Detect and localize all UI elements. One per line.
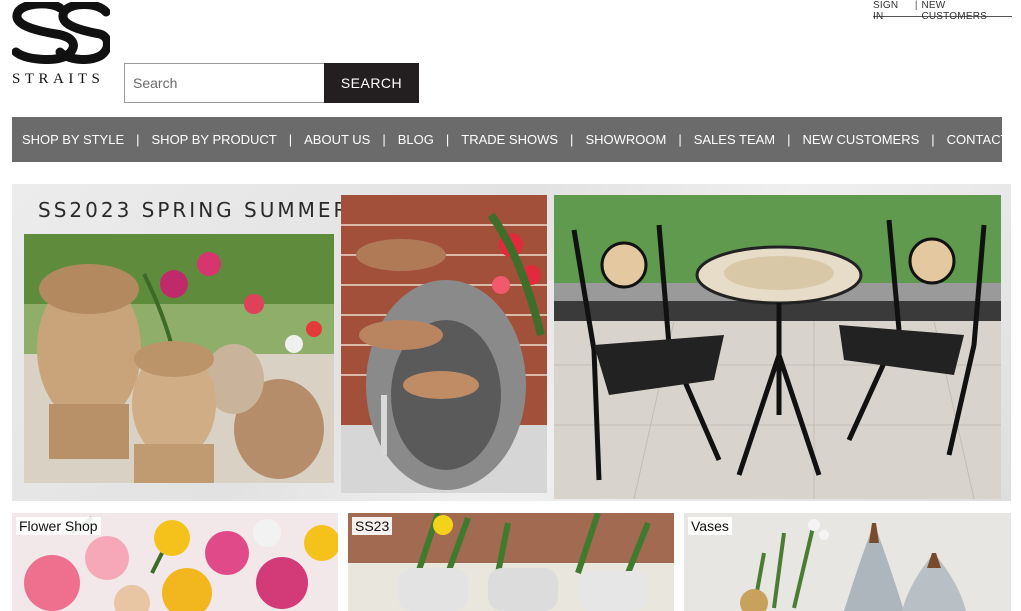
hero-banner[interactable]: SS2023 SPRING SUMMER [12, 184, 1011, 501]
nav-item-showroom[interactable]: SHOWROOM [585, 132, 666, 147]
hero-title: SS2023 SPRING SUMMER [38, 198, 351, 222]
nav-separator: | [288, 132, 293, 147]
nav-separator: | [931, 132, 935, 147]
ss23-image [348, 513, 674, 611]
nav-item-contact-us[interactable]: CONTACT US [947, 132, 1021, 147]
nav-separator: | [570, 132, 574, 147]
nav-item-new-customers[interactable]: NEW CUSTOMERS [803, 132, 920, 147]
category-tile-vases[interactable]: Vases [684, 513, 1011, 611]
nav-item-sales-team[interactable]: SALES TEAM [694, 132, 775, 147]
nav-separator: | [787, 132, 791, 147]
hero-image-buddha-planters [24, 234, 334, 483]
tile-label-flower-shop: Flower Shop [16, 517, 101, 535]
hero-image-mosaic-bistro-set [554, 195, 1001, 499]
nav-separator: | [382, 132, 386, 147]
ss-monogram-logo-icon [12, 2, 110, 64]
top-links-separator: | [914, 0, 918, 11]
search-input[interactable] [124, 63, 325, 103]
main-navigation: SHOP BY STYLE | SHOP BY PRODUCT | ABOUT … [12, 117, 1021, 162]
nav-separator: | [678, 132, 682, 147]
nav-item-shop-by-product[interactable]: SHOP BY PRODUCT [152, 132, 277, 147]
nav-item-trade-shows[interactable]: TRADE SHOWS [461, 132, 558, 147]
search-button[interactable]: SEARCH [324, 63, 419, 103]
sign-in-link[interactable]: SIGN IN [873, 0, 911, 22]
category-tile-flower-shop[interactable]: Flower Shop [12, 513, 338, 611]
tile-label-ss23: SS23 [352, 517, 393, 535]
nav-separator: | [445, 132, 450, 147]
nav-separator: | [136, 132, 140, 147]
top-utility-links: SIGN IN | NEW CUSTOMERS [873, 0, 1012, 22]
straits-logo[interactable]: STRAITS [12, 2, 112, 90]
nav-item-about-us[interactable]: ABOUT US [304, 132, 370, 147]
category-tile-ss23[interactable]: SS23 [348, 513, 674, 611]
vases-image [684, 513, 1011, 611]
nav-item-shop-by-style[interactable]: SHOP BY STYLE [22, 132, 124, 147]
nav-item-blog[interactable]: BLOG [398, 132, 434, 147]
hero-image-water-feature [341, 195, 547, 493]
tile-label-vases: Vases [688, 517, 732, 535]
new-customers-link[interactable]: NEW CUSTOMERS [921, 0, 1012, 22]
logo-wordmark: STRAITS [12, 71, 105, 87]
